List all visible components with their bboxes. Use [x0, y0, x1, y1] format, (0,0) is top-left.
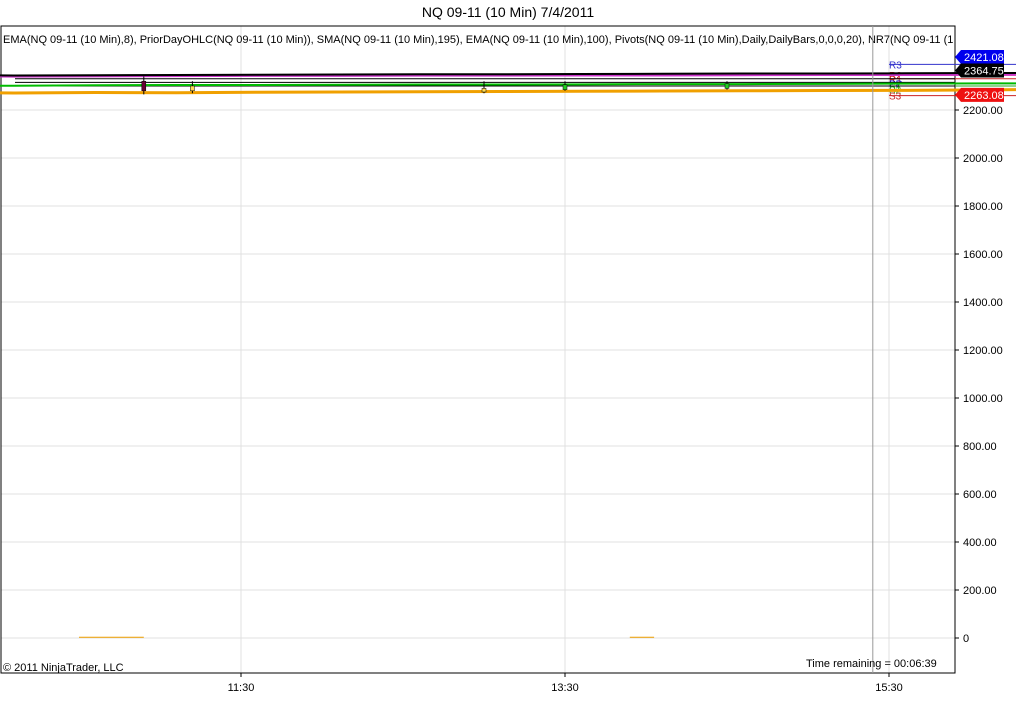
candle-body — [190, 85, 195, 92]
time-remaining-text: Time remaining = 00:06:39 — [806, 658, 937, 670]
indicator-list: EMA(NQ 09-11 (10 Min),8), PriorDayOHLC(N… — [3, 34, 953, 46]
candle-body — [562, 84, 568, 90]
y-tick-label: 0 — [963, 633, 969, 645]
chart-grid — [1, 26, 955, 673]
y-axis: 0 200.00 400.00 600.00 800.00 1000.00 1200.00 1… — [955, 105, 1003, 645]
price-label: 2421.08 — [955, 49, 1004, 64]
price-label: 2263.08 — [955, 87, 1004, 102]
chart-canvas[interactable]: EMA(NQ 09-11 (10 Min),8), PriorDayOHLC(N… — [0, 0, 1016, 720]
y-tick-label: 2200.00 — [963, 105, 1003, 117]
candle-body — [481, 88, 487, 93]
y-tick-label: 600.00 — [963, 489, 997, 501]
y-tick-label: 400.00 — [963, 537, 997, 549]
y-tick-label: 1800.00 — [963, 201, 1003, 213]
candle-body — [141, 80, 147, 92]
y-tick-label: 1000.00 — [963, 393, 1003, 405]
price-label-text: 2263.08 — [964, 90, 1004, 102]
x-tick-label: 15:30 — [875, 682, 903, 694]
price-label-text: 2364.75 — [964, 65, 1004, 77]
y-tick-label: 1600.00 — [963, 249, 1003, 261]
x-tick-label: 13:30 — [551, 682, 579, 694]
y-tick-label: 200.00 — [963, 585, 997, 597]
y-tick-label: 2000.00 — [963, 153, 1003, 165]
y-tick-label: 1200.00 — [963, 345, 1003, 357]
x-axis: 11:30 13:30 15:30 — [228, 673, 903, 694]
price-label: 2364.75 — [955, 63, 1004, 78]
y-tick-label: 800.00 — [963, 441, 997, 453]
price-labels: 2421.082364.75 2263.08 — [955, 49, 1004, 102]
pivot-label: S3 — [889, 92, 902, 103]
y-tick-label: 1400.00 — [963, 297, 1003, 309]
series-line — [0, 88, 1016, 95]
pivot-label: R3 — [889, 60, 902, 71]
pivot-lines: R3R2R1PPS1S2S3 — [15, 60, 1016, 103]
copyright-text: © 2011 NinjaTrader, LLC — [3, 662, 124, 674]
candle-body — [724, 83, 730, 89]
price-label-text: 2421.08 — [964, 52, 1004, 64]
x-tick-label: 11:30 — [228, 682, 255, 694]
series-lines — [0, 71, 1016, 95]
